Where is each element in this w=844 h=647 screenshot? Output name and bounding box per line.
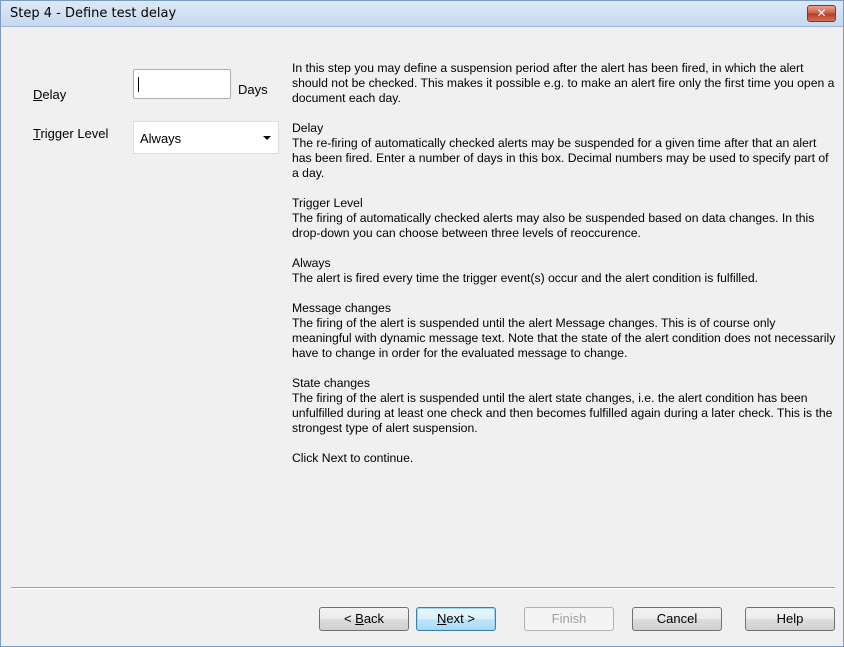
- days-unit-label: Days: [238, 82, 268, 97]
- help-paragraph-trigger-level: Trigger Level The firing of automaticall…: [292, 196, 815, 240]
- next-button-accelerator: N: [437, 611, 447, 626]
- delay-label-accelerator: D: [33, 87, 43, 102]
- trigger-level-label: Trigger Level: [33, 126, 108, 141]
- help-paragraph-intro: In this step you may define a suspension…: [292, 61, 835, 105]
- button-separator: [11, 587, 835, 589]
- close-button[interactable]: ✕: [807, 5, 836, 22]
- delay-input[interactable]: [133, 69, 231, 99]
- delay-label-text: elay: [42, 87, 67, 102]
- help-paragraph-delay: Delay The re-firing of automatically che…: [292, 121, 829, 180]
- title-bar: Step 4 - Define test delay ✕: [1, 1, 843, 27]
- back-button-text: ack: [363, 611, 385, 626]
- next-button[interactable]: Next >: [416, 607, 496, 631]
- close-icon: ✕: [816, 6, 827, 20]
- help-paragraph-continue: Click Next to continue.: [292, 451, 414, 465]
- delay-label: Delay: [33, 87, 66, 102]
- trigger-label-text: rigger Level: [40, 126, 109, 141]
- back-button[interactable]: < Back: [319, 607, 409, 631]
- finish-button[interactable]: Finish: [524, 607, 614, 631]
- help-paragraph-always: Always The alert is fired every time the…: [292, 256, 759, 285]
- wizard-dialog: Step 4 - Define test delay ✕ Delay Days …: [0, 0, 844, 647]
- trigger-level-selected: Always: [140, 131, 182, 146]
- back-button-accelerator: B: [355, 611, 364, 626]
- cancel-button[interactable]: Cancel: [632, 607, 722, 631]
- next-button-text: ext >: [446, 611, 475, 626]
- help-paragraph-state-changes: State changes The firing of the alert is…: [292, 376, 833, 435]
- help-text-panel: In this step you may define a suspension…: [292, 61, 836, 481]
- window-title: Step 4 - Define test delay: [10, 6, 177, 21]
- help-button[interactable]: Help: [745, 607, 835, 631]
- trigger-level-dropdown[interactable]: Always: [133, 121, 279, 154]
- back-button-prefix: <: [343, 611, 356, 626]
- chevron-down-icon[interactable]: [263, 136, 271, 140]
- help-paragraph-message-changes: Message changes The firing of the alert …: [292, 301, 836, 360]
- text-caret: [138, 77, 139, 92]
